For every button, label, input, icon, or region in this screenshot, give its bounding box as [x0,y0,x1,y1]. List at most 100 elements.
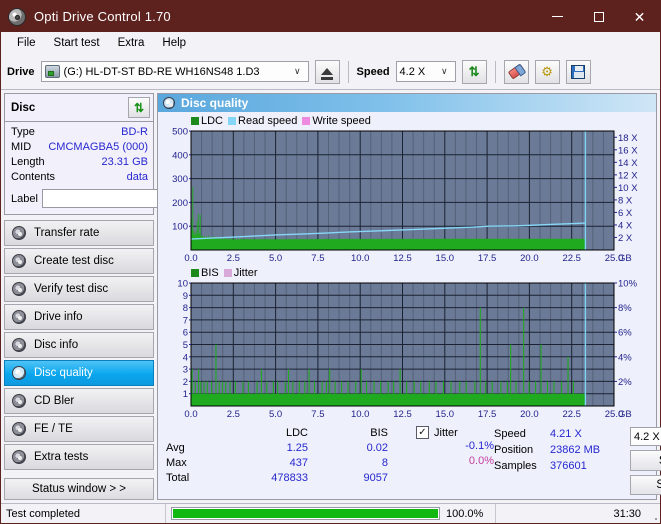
legend-label-jitter: Jitter [233,267,258,279]
sidebar-item-extra-tests[interactable]: Extra tests [4,444,154,470]
ldc-chart: LDC Read speed Write speed 100 200 300 400 5… [158,114,656,266]
svg-text:10: 10 [177,280,188,290]
svg-text:10 X: 10 X [618,183,638,194]
svg-text:3: 3 [183,365,188,376]
disc-label-caption: Label [11,192,38,205]
svg-text:4: 4 [183,352,188,363]
svg-text:5.0: 5.0 [269,253,282,264]
sidebar-item-label: CD Bler [34,395,75,407]
close-button[interactable]: ✕ [619,1,660,32]
disc-panel-header: Disc ⇅ [5,94,153,122]
sidebar-item-label: Transfer rate [34,227,100,239]
svg-text:8%: 8% [618,303,632,314]
disc-mid-label: MID [11,141,32,153]
test-speed-select[interactable]: 4.2 X ∨ [630,427,661,447]
sidebar-item-disc-info[interactable]: Disc info [4,332,154,358]
erase-button[interactable] [503,59,529,84]
legend-label-ldc: LDC [201,115,224,127]
jitter-label: Jitter [434,426,458,439]
disc-type-value: BD-R [121,126,148,138]
save-button[interactable] [565,59,591,84]
svg-text:10.0: 10.0 [351,409,370,420]
eject-button[interactable] [314,59,340,84]
sidebar-item-cd-bler[interactable]: CD Bler [4,388,154,414]
sidebar-item-drive-info[interactable]: Drive info [4,304,154,330]
menu-item-file[interactable]: File [9,34,44,52]
legend-label-read-speed: Read speed [238,115,298,127]
jitter-avg-value: -0.1% [465,440,494,452]
speed-info-value: 4.21 X [550,428,582,440]
svg-text:9: 9 [183,291,188,302]
legend-swatch-write-speed [302,117,311,125]
svg-text:GB: GB [618,409,632,420]
svg-text:22.5: 22.5 [562,409,581,420]
svg-text:2%: 2% [618,377,632,388]
stats-col-bis: BIS [370,427,388,439]
status-window-button[interactable]: Status window > > [4,478,154,500]
minimize-button[interactable] [537,1,578,32]
main-panel: Disc quality LDC Read speed Write speed … [157,93,661,500]
elapsed-time: 31:30 [613,507,641,520]
svg-text:10.0: 10.0 [351,253,370,264]
start-full-button[interactable]: Start full [630,450,661,471]
sidebar-item-disc-quality[interactable]: Disc quality [4,360,154,386]
test-info-column: Speed 4.21 X Position 23862 MB Samples 3… [494,426,661,496]
svg-text:17.5: 17.5 [478,253,497,264]
speed-select[interactable]: 4.2 X ∨ [395,61,456,82]
svg-text:14 X: 14 X [618,158,638,169]
settings-button[interactable]: ⚙ [534,59,560,84]
stats-header-row: LDC BIS [166,426,416,441]
stats-col-ldc: LDC [285,427,308,439]
svg-text:7.5: 7.5 [311,409,324,420]
disc-icon [12,450,26,464]
disc-refresh-button[interactable]: ⇅ [128,97,150,118]
test-actions: 4.2 X ∨ Start full Start part [630,426,661,496]
disc-mid-value: CMCMAGBA5 (000) [48,141,148,153]
menu-item-help[interactable]: Help [154,34,194,52]
legend-item-read-speed: Read speed [228,115,297,127]
svg-text:1: 1 [183,389,188,400]
toolbar-separator-1 [347,60,349,83]
menu-item-start-test[interactable]: Start test [46,34,108,52]
position-info-label: Position [494,444,534,456]
svg-text:5: 5 [183,340,188,351]
sidebar-item-verify-test-disc[interactable]: Verify test disc [4,276,154,302]
body: Disc ⇅ Type BD-R MID CMCMAGBA5 (000) Len… [1,90,661,503]
jitter-checkbox[interactable]: ✓ [416,426,429,439]
refresh-icon: ⇅ [468,64,480,79]
sidebar-item-transfer-rate[interactable]: Transfer rate [4,220,154,246]
disc-icon [12,422,26,436]
toolbar: Drive (G:) HL-DT-ST BD-RE WH16NS48 1.D3 … [1,54,660,90]
svg-text:20.0: 20.0 [520,409,539,420]
sidebar-item-label: Extra tests [34,451,89,463]
svg-text:300: 300 [172,174,188,185]
refresh-button[interactable]: ⇅ [461,59,487,84]
svg-text:100: 100 [172,222,188,233]
menu-item-extra[interactable]: Extra [110,34,153,52]
svg-text:2: 2 [183,377,188,388]
legend-item-bis: BIS [191,267,219,279]
menu-bar: File Start test Extra Help [1,32,660,54]
progress-bar [171,507,440,520]
legend-label-write-speed: Write speed [312,115,371,127]
maximize-button[interactable] [578,1,619,32]
svg-text:6 X: 6 X [618,208,633,219]
svg-text:500: 500 [172,128,188,138]
sidebar-item-label: Create test disc [34,255,114,267]
sidebar-item-create-test-disc[interactable]: Create test disc [4,248,154,274]
start-part-button[interactable]: Start part [630,474,661,496]
svg-text:10%: 10% [618,280,638,290]
drive-select[interactable]: (G:) HL-DT-ST BD-RE WH16NS48 1.D3 ∨ [40,61,309,82]
window-title: Opti Drive Control 1.70 [34,9,171,24]
legend-item-write-speed: Write speed [302,115,371,127]
stats-row-label: Total [166,472,190,484]
maximize-icon [593,11,604,22]
stats-avg-bis: 0.02 [366,442,388,454]
svg-text:400: 400 [172,150,188,161]
svg-text:8: 8 [183,303,188,314]
disc-label-row: Label [11,188,251,209]
resize-grip[interactable] [646,504,660,523]
sidebar-item-fe-te[interactable]: FE / TE [4,416,154,442]
drive-label: Drive [7,65,35,78]
legend-item-ldc: LDC [191,115,223,127]
